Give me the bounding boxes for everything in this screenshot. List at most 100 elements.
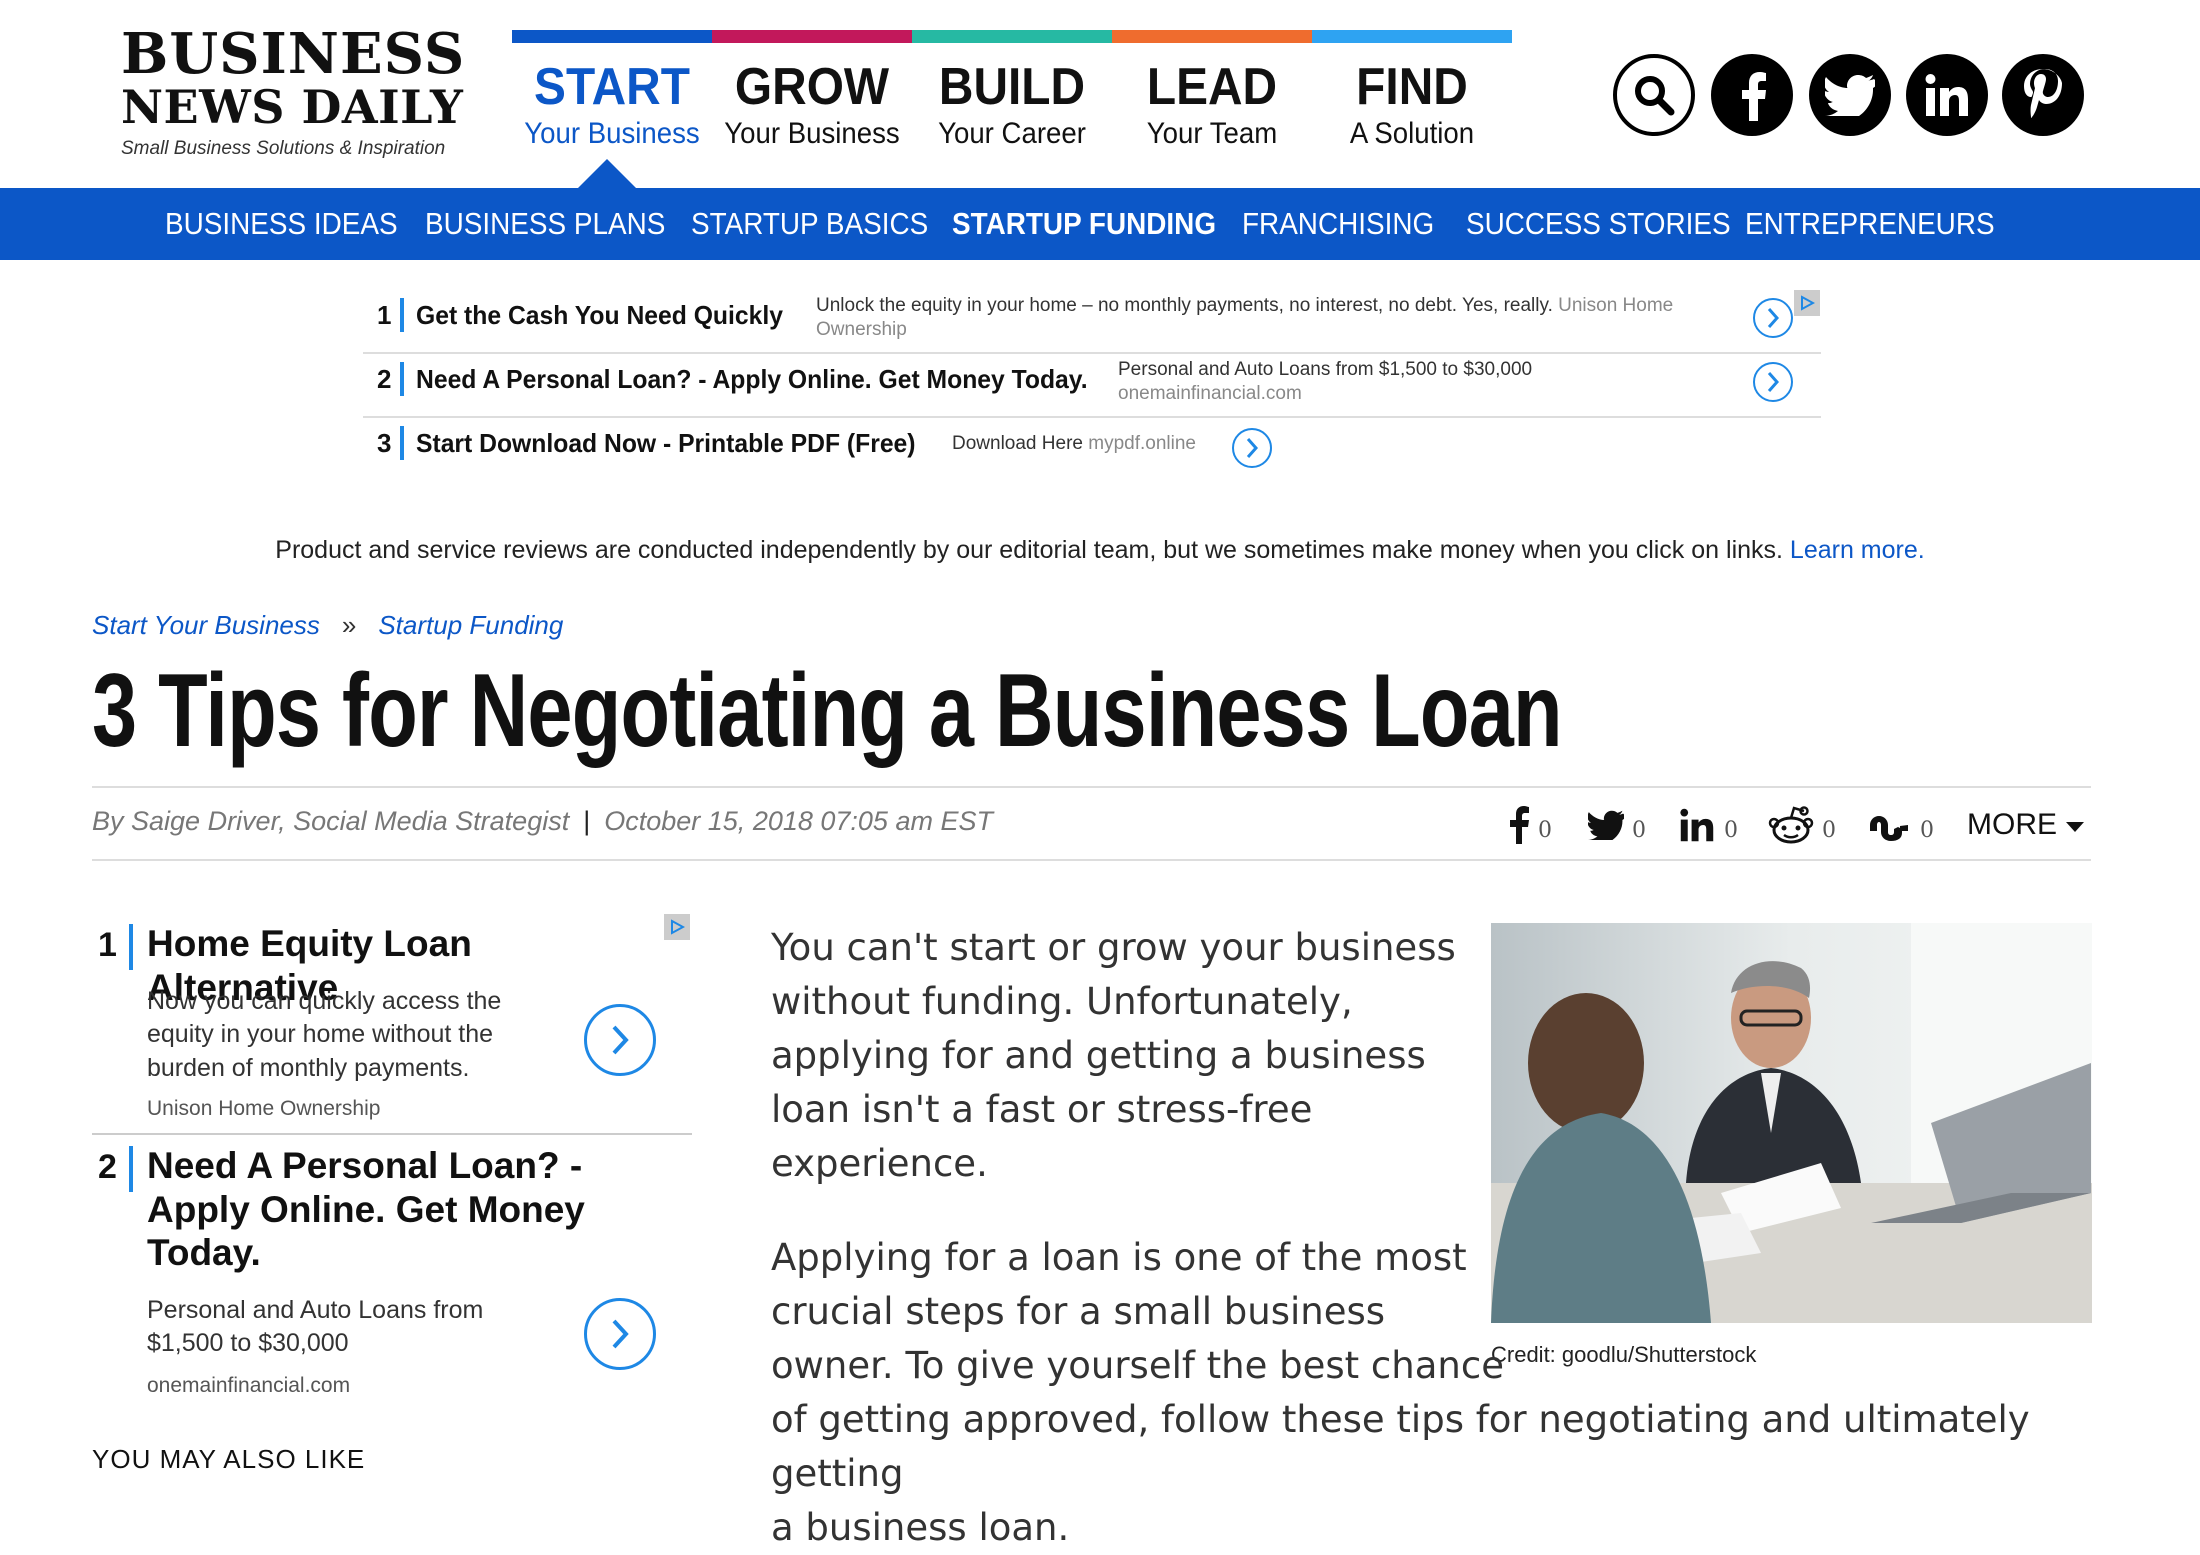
ad-arrow-icon[interactable] [1232,428,1272,468]
ad-number: 3 [377,428,392,458]
ad-source: mypdf.online [1088,433,1196,454]
nav-find[interactable]: FIND A Solution [1312,60,1512,150]
nav-build[interactable]: BUILD Your Career [912,60,1112,150]
stumbleupon-icon [1866,809,1912,841]
nav-start[interactable]: START Your Business [512,60,712,150]
ad-divider-bar [400,298,404,332]
paragraph-line: owner. To give yourself the best chance [771,1344,1504,1387]
byline-separator: | [583,806,591,836]
cat-business-ideas[interactable]: BUSINESS IDEAS [165,188,398,260]
twitter-icon [1588,810,1624,840]
share-count: 0 [1920,817,1934,843]
cat-entrepreneurs[interactable]: ENTREPRENEURS [1745,188,1995,260]
share-more-button[interactable]: MORE [1967,808,2085,842]
share-stumbleupon[interactable]: 0 [1866,800,1934,850]
twitter-icon[interactable] [1809,54,1891,136]
ad-arrow-icon[interactable] [584,1298,656,1370]
ad-description: Now you can quickly access the equity in… [147,987,502,1082]
share-count: 0 [1724,817,1738,843]
cat-franchising[interactable]: FRANCHISING [1242,188,1434,260]
ad-description: Personal and Auto Loans from $1,500 to $… [1118,358,1718,406]
pinterest-icon[interactable] [2002,54,2084,136]
logo-tagline: Small Business Solutions & Inspiration [121,138,446,159]
share-twitter[interactable]: 0 [1588,800,1646,850]
ad-description: Unlock the equity in your home – no mont… [816,294,1716,342]
paragraph-line: crucial steps for a small business [771,1290,1386,1333]
ad-desc-text: Unlock the equity in your home – no mont… [816,295,1553,316]
paragraph-line: Applying for a loan is one of the most [771,1236,1467,1279]
ad-arrow-icon[interactable] [584,1004,656,1076]
ad-arrow-icon[interactable] [1753,362,1793,402]
nav-grow-sub: Your Business [724,116,900,150]
ad-description: Download Here mypdf.online [952,432,1252,456]
nav-grow[interactable]: GROW Your Business [712,60,912,150]
nav-start-sub: Your Business [524,116,700,150]
facebook-icon[interactable] [1711,54,1793,136]
author-link[interactable]: By Saige Driver, Social Media Strategist [92,806,569,836]
nav-build-sub: Your Career [938,116,1086,150]
adchoices-icon[interactable] [664,914,690,940]
ad-number: 1 [98,926,117,964]
ad-description: Personal and Auto Loans from $1,500 to $… [147,1296,484,1358]
nav-lead-sub: Your Team [1146,116,1278,150]
nav-lead[interactable]: LEAD Your Team [1112,60,1312,150]
disclaimer-text: Product and service reviews are conducte… [275,536,1783,564]
ad-headline[interactable]: Need A Personal Loan? - Apply Online. Ge… [416,364,1088,395]
primary-nav: START Your Business GROW Your Business B… [512,30,1512,185]
chevron-down-icon [2065,808,2085,841]
article-title: 3 Tips for Negotiating a Business Loan [92,653,1563,769]
nav-grow-label: GROW [734,58,890,116]
breadcrumb-start-your-business[interactable]: Start Your Business [92,610,320,640]
ad-headline[interactable]: Get the Cash You Need Quickly [416,300,783,331]
more-label: MORE [1967,808,2057,841]
ad-arrow-icon[interactable] [1753,298,1793,338]
ad-number: 2 [98,1148,117,1186]
adchoices-icon[interactable] [1794,290,1820,316]
article-paragraph: Applying for a loan is one of the most c… [771,1231,2101,1555]
search-icon[interactable] [1613,54,1695,136]
ad-desc-text: Personal and Auto Loans from $1,500 to $… [1118,359,1533,380]
ad-divider-bar [400,362,404,396]
share-linkedin[interactable]: 0 [1678,800,1738,850]
learn-more-link[interactable]: Learn more. [1790,536,1925,564]
ad-headline[interactable]: Need A Personal Loan? - Apply Online. Ge… [147,1144,587,1275]
site-logo[interactable]: BUSINESS NEWS DAILY Small Business Solut… [121,26,465,160]
nav-color-bar [512,30,1512,43]
ad-source: onemainfinancial.com [147,1374,351,1397]
ad-source: onemainfinancial.com [1118,382,1302,404]
article-paragraph: You can't start or grow your business wi… [771,926,1456,1185]
ad-desc-text: Download Here [952,433,1083,454]
linkedin-icon [1678,808,1716,842]
ad-divider-bar [129,1146,133,1192]
cat-business-plans[interactable]: BUSINESS PLANS [425,188,665,260]
share-count: 0 [1822,817,1836,843]
top-ad-row[interactable]: 3 Start Download Now - Printable PDF (Fr… [363,418,1821,480]
you-may-also-like-heading: YOU MAY ALSO LIKE [92,1444,366,1474]
cat-startup-funding[interactable]: STARTUP FUNDING [952,188,1216,260]
nav-find-sub: A Solution [1349,116,1475,150]
byline-rule [92,859,2091,861]
top-ad-row[interactable]: 2 Need A Personal Loan? - Apply Online. … [363,354,1821,418]
nav-build-label: BUILD [938,58,1086,116]
cat-startup-basics[interactable]: STARTUP BASICS [691,188,928,260]
share-count: 0 [1538,817,1552,843]
ad-headline[interactable]: Start Download Now - Printable PDF (Free… [416,428,916,459]
paragraph-line: a business loan. [771,1506,1070,1549]
share-reddit[interactable]: 0 [1768,800,1836,850]
facebook-icon [1508,806,1530,844]
ad-number: 2 [377,364,392,394]
breadcrumb-separator: » [341,610,357,640]
top-ad-row[interactable]: 1 Get the Cash You Need Quickly Unlock t… [363,290,1821,354]
title-rule [92,786,2091,788]
top-ad-unit: 1 Get the Cash You Need Quickly Unlock t… [363,290,1821,480]
breadcrumb: Start Your Business » Startup Funding [92,610,563,641]
ad-divider-bar [129,924,133,970]
logo-line-2: NEWS DAILY [121,80,464,134]
category-nav: BUSINESS IDEAS BUSINESS PLANS STARTUP BA… [0,188,2200,260]
breadcrumb-startup-funding[interactable]: Startup Funding [378,610,563,640]
cat-success-stories[interactable]: SUCCESS STORIES [1466,188,1731,260]
linkedin-icon[interactable] [1906,54,1988,136]
publish-date: October 15, 2018 07:05 am EST [604,806,993,836]
share-facebook[interactable]: 0 [1508,800,1552,850]
share-count: 0 [1632,817,1646,843]
